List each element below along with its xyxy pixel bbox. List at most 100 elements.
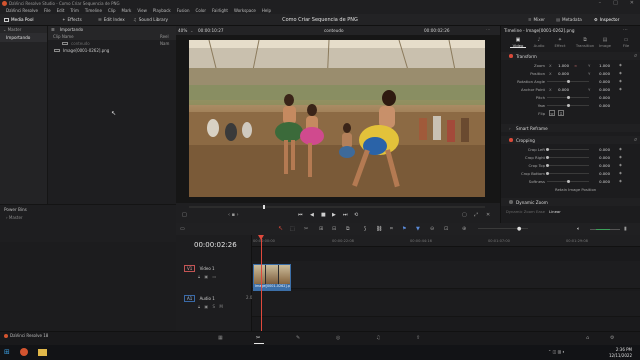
minimize-button[interactable]: – xyxy=(599,0,602,6)
crop-right-knob[interactable] xyxy=(546,155,549,159)
rotation-field[interactable]: 0.000 xyxy=(590,79,610,84)
crop-bottom-knob[interactable] xyxy=(546,171,549,175)
enable-dot-icon[interactable] xyxy=(509,54,513,58)
menu-clip[interactable]: Clip xyxy=(108,8,116,13)
zoom-y-field[interactable]: 1.000 xyxy=(590,63,610,68)
keyframe-icon[interactable]: ◆ xyxy=(619,62,622,67)
crop-bottom-slider[interactable] xyxy=(547,173,589,174)
match-frame-icon[interactable]: ▢ xyxy=(462,212,467,218)
tab-transition[interactable]: ⧉ Transition xyxy=(575,37,595,48)
file-explorer-icon[interactable] xyxy=(38,349,47,356)
yaw-field[interactable]: 0.000 xyxy=(590,103,610,108)
position-y-field[interactable]: 0.000 xyxy=(590,71,610,76)
tab-image[interactable]: ▤ Image xyxy=(598,37,612,48)
clock-date[interactable]: 12/11/2022 xyxy=(602,353,632,358)
close-button[interactable]: ✕ xyxy=(630,0,634,6)
position-lock-icon[interactable]: ⌗ xyxy=(390,226,393,232)
more-options-icon[interactable]: ⋯ xyxy=(623,27,628,33)
enable-dot-icon[interactable] xyxy=(509,200,513,204)
track-visibility-icon[interactable]: ▭ xyxy=(212,274,216,279)
more-options-icon[interactable]: ⋯ xyxy=(486,27,490,32)
menu-file[interactable]: File xyxy=(44,8,51,13)
trim-tool-icon[interactable]: ⬚ xyxy=(290,226,295,232)
zoom-x-field[interactable]: 1.000 xyxy=(549,63,569,68)
timeline-view-icon[interactable]: ▭ xyxy=(180,226,185,232)
menu-trim[interactable]: Trim xyxy=(70,8,79,13)
menu-mark[interactable]: Mark xyxy=(122,8,132,13)
tab-file[interactable]: ▭ File xyxy=(619,37,633,48)
reset-icon[interactable]: ↺ xyxy=(633,137,637,142)
keyframe-icon[interactable]: ◆ xyxy=(619,170,622,175)
viewer-close-icon[interactable]: ✕ xyxy=(486,212,490,218)
loop-button[interactable]: ⟲ xyxy=(354,212,358,218)
crop-top-field[interactable]: 0.000 xyxy=(590,163,610,168)
page-cut-icon[interactable]: ✂ xyxy=(256,335,260,341)
page-fusion-icon[interactable]: ◎ xyxy=(336,335,340,341)
pitch-slider-knob[interactable] xyxy=(567,95,570,99)
list-item[interactable]: Image[0001-0262].png xyxy=(48,47,176,54)
auto-select-icon[interactable]: ▣ xyxy=(204,304,208,309)
retain-image-position[interactable]: Retain Image Position xyxy=(555,187,596,192)
menu-help[interactable]: Help xyxy=(262,8,271,13)
position-x-field[interactable]: 0.000 xyxy=(549,71,569,76)
page-deliver-icon[interactable]: ⇪ xyxy=(416,335,420,341)
play-reverse-button[interactable]: ◀ xyxy=(310,212,314,218)
crop-bottom-field[interactable]: 0.000 xyxy=(590,171,610,176)
page-color-icon[interactable]: ♫ xyxy=(376,335,380,341)
home-icon[interactable]: ⌂ xyxy=(586,335,589,341)
lock-icon[interactable]: 🔒︎ xyxy=(198,304,200,309)
column-reel-name[interactable]: Reel Nam xyxy=(160,33,176,47)
ease-select[interactable]: Linear xyxy=(549,209,561,214)
play-button[interactable]: ▶ xyxy=(332,212,336,218)
crop-top-knob[interactable] xyxy=(546,163,549,167)
scrubber-handle[interactable] xyxy=(263,205,265,209)
resolve-taskbar-icon[interactable] xyxy=(20,348,28,356)
auto-select-icon[interactable]: ▣ xyxy=(204,274,208,279)
flip-vertical-icon[interactable]: ⇕ xyxy=(558,110,564,116)
crop-right-field[interactable]: 0.000 xyxy=(590,155,610,160)
tab-audio[interactable]: ♪ Audio xyxy=(532,37,546,48)
selection-tool-icon[interactable]: ↖ xyxy=(278,225,283,232)
dynamic-zoom-section[interactable]: Dynamic Zoom xyxy=(501,198,640,206)
playhead[interactable] xyxy=(261,235,262,331)
link-icon[interactable]: ∞ xyxy=(574,63,577,68)
menu-timeline[interactable]: Timeline xyxy=(85,8,102,13)
metadata-button[interactable]: ▤ Metadata xyxy=(556,17,582,22)
page-edit-icon[interactable]: ✎ xyxy=(296,335,300,341)
speaker-icon[interactable]: 🔈︎ xyxy=(577,226,580,232)
crop-left-slider[interactable] xyxy=(547,149,589,150)
cropping-section[interactable]: Cropping ↺ xyxy=(501,136,640,144)
viewer-clip-name[interactable]: conteudo xyxy=(324,28,344,33)
menu-davinci[interactable]: DaVinci Resolve xyxy=(6,8,38,13)
master-header[interactable]: ⌄ Master xyxy=(0,26,47,33)
audio-track-lane[interactable] xyxy=(252,291,640,317)
timeline-timecode[interactable]: 00:00:02:26 xyxy=(194,241,237,249)
viewer-mode-icon[interactable]: □ xyxy=(182,212,187,218)
menu-edit[interactable]: Edit xyxy=(57,8,65,13)
timeline-zoom-knob[interactable]: ● xyxy=(517,226,521,232)
softness-field[interactable]: 0.000 xyxy=(590,179,610,184)
linked-selection-icon[interactable]: ⛓ xyxy=(376,226,382,232)
menu-fairlight[interactable]: Fairlight xyxy=(212,8,228,13)
menu-fusion[interactable]: Fusion xyxy=(177,8,190,13)
jump-end-button[interactable]: ⏭ xyxy=(343,212,348,218)
jump-start-button[interactable]: ⏮ xyxy=(298,212,303,218)
playhead-handle[interactable] xyxy=(258,235,264,240)
stop-button[interactable]: ■ xyxy=(321,212,326,218)
crop-left-field[interactable]: 0.000 xyxy=(590,147,610,152)
keyframe-icon[interactable]: ◆ xyxy=(619,178,622,183)
smart-reframe-section[interactable]: › Smart Reframe xyxy=(501,124,640,132)
marker-icon[interactable]: ▼ xyxy=(416,226,420,232)
yaw-slider-knob[interactable] xyxy=(567,103,570,107)
track-name[interactable]: Audio 1 xyxy=(200,296,215,301)
solo-icon[interactable]: S xyxy=(212,304,215,309)
settings-icon[interactable]: ⚙ xyxy=(610,335,614,341)
menu-color[interactable]: Color xyxy=(196,8,206,13)
menu-workspace[interactable]: Workspace xyxy=(234,8,256,13)
viewer-scrubber[interactable] xyxy=(189,205,485,209)
rotation-slider-knob[interactable] xyxy=(567,79,570,83)
keyframe-icon[interactable]: ◆ xyxy=(619,78,622,83)
clock-time[interactable]: 2:36 PM xyxy=(606,347,632,352)
list-view-icon[interactable]: ☰ xyxy=(51,27,55,32)
overwrite-icon[interactable]: ⊟ xyxy=(332,226,336,232)
